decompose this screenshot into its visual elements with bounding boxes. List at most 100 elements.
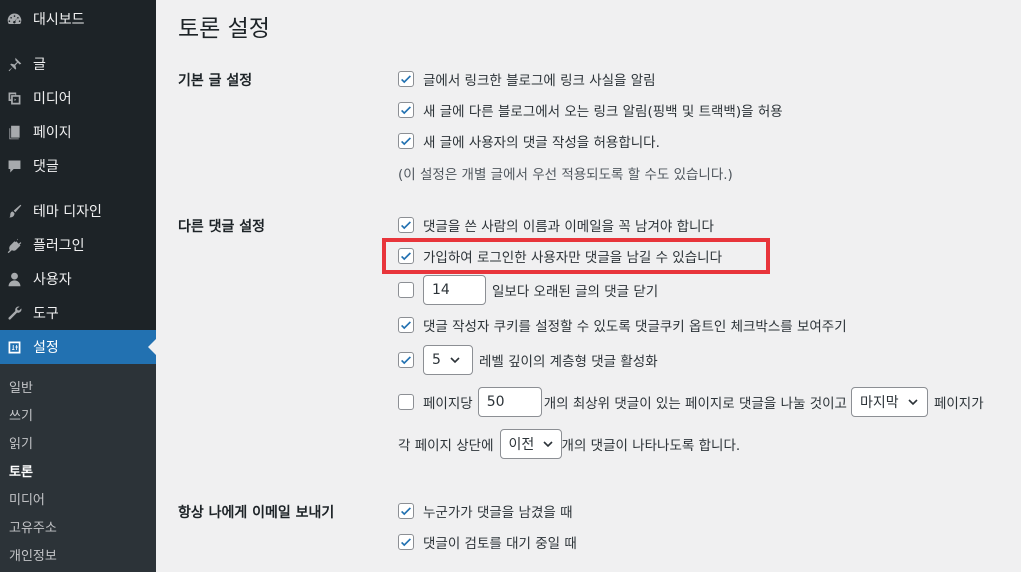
- default-post-note: (이 설정은 개별 글에서 우선 적용되도록 할 수도 있습니다.): [398, 167, 733, 183]
- checkmark-icon: [401, 538, 411, 547]
- option-registered-only[interactable]: 가입하여 로그인한 사용자만 댓글을 남길 수 있습니다: [398, 244, 722, 268]
- checkmark-icon: [401, 221, 411, 230]
- checkbox-unchecked[interactable]: [398, 282, 414, 298]
- submenu-item-writing[interactable]: 쓰기: [9, 405, 33, 424]
- option-email-anyone-posts[interactable]: 누군가가 댓글을 남겼을 때: [398, 499, 573, 523]
- checkbox-checked[interactable]: [398, 217, 414, 233]
- checkmark-icon: [401, 321, 411, 330]
- main-content: 토론 설정 기본 글 설정 글에서 링크한 블로그에 링크 사실을 알림 새 글…: [156, 0, 1021, 572]
- comments-per-page-input[interactable]: 50: [477, 387, 542, 417]
- option-notify-linked-blogs[interactable]: 글에서 링크한 블로그에 링크 사실을 알림: [398, 67, 656, 91]
- submenu-item-privacy[interactable]: 개인정보: [9, 545, 57, 564]
- submenu-item-permalinks[interactable]: 고유주소: [9, 517, 57, 536]
- sidebar-item-label: 페이지: [33, 125, 72, 141]
- sidebar-item-plugins[interactable]: 플러그인: [0, 228, 156, 262]
- option-allow-comments[interactable]: 새 글에 사용자의 댓글 작성을 허용합니다.: [398, 129, 660, 153]
- sidebar-item-settings[interactable]: 설정: [0, 330, 156, 364]
- page-icon: [5, 123, 23, 141]
- section-label-other-comment: 다른 댓글 설정: [178, 219, 266, 235]
- chevron-down-icon: [908, 399, 918, 406]
- checkmark-icon: [401, 252, 411, 261]
- checkbox-checked[interactable]: [398, 534, 414, 550]
- checkmark-icon: [401, 137, 411, 146]
- option-paginate-comments[interactable]: 페이지당 50 개의 최상위 댓글이 있는 페이지로 댓글을 나눌 것이고 마지…: [398, 387, 984, 417]
- option-label: 새 글에 사용자의 댓글 작성을 허용합니다.: [423, 135, 660, 151]
- sidebar-item-label: 테마 디자인: [33, 204, 102, 220]
- option-threaded-comments[interactable]: 5 레벨 깊이의 계층형 댓글 활성화: [398, 345, 658, 375]
- section-label-email: 항상 나에게 이메일 보내기: [178, 505, 335, 521]
- sidebar-item-label: 대시보드: [33, 12, 85, 28]
- settings-submenu: 일반 쓰기 읽기 토론 미디어 고유주소 개인정보: [0, 364, 156, 572]
- close-days-input[interactable]: 14: [423, 275, 486, 305]
- option-label: 가입하여 로그인한 사용자만 댓글을 남길 수 있습니다: [423, 250, 722, 266]
- option-label: 누군가가 댓글을 남겼을 때: [423, 505, 573, 521]
- option-email-moderation[interactable]: 댓글이 검토를 대기 중일 때: [398, 530, 577, 554]
- sidebar-item-appearance[interactable]: 테마 디자인: [0, 194, 156, 228]
- pin-icon: [5, 55, 23, 73]
- user-icon: [5, 270, 23, 288]
- option-comment-order: 각 페이지 상단에 이전 개의 댓글이 나타나도록 합니다.: [398, 429, 740, 459]
- option-cookie-optin[interactable]: 댓글 작성자 쿠키를 설정할 수 있도록 댓글쿠키 옵트인 체크박스를 보여주기: [398, 313, 847, 337]
- checkbox-checked[interactable]: [398, 352, 414, 368]
- sidebar-item-users[interactable]: 사용자: [0, 262, 156, 296]
- checkbox-checked[interactable]: [398, 71, 414, 87]
- option-label: 레벨 깊이의 계층형 댓글 활성화: [479, 354, 658, 370]
- checkmark-icon: [401, 356, 411, 365]
- checkbox-checked[interactable]: [398, 133, 414, 149]
- submenu-item-discussion[interactable]: 토론: [9, 461, 33, 480]
- sidebar-item-posts[interactable]: 글: [0, 47, 156, 81]
- default-page-select[interactable]: 마지막: [850, 387, 928, 417]
- submenu-item-reading[interactable]: 읽기: [9, 433, 33, 452]
- option-label: 각 페이지 상단에: [398, 438, 494, 454]
- sidebar-item-label: 미디어: [33, 91, 72, 107]
- checkbox-checked[interactable]: [398, 102, 414, 118]
- page-title: 토론 설정: [178, 16, 270, 42]
- sidebar-item-label: 플러그인: [33, 238, 85, 254]
- thread-depth-select[interactable]: 5: [423, 345, 473, 375]
- checkmark-icon: [401, 507, 411, 516]
- sidebar-item-media[interactable]: 미디어: [0, 81, 156, 115]
- checkbox-checked[interactable]: [398, 317, 414, 333]
- option-close-old-comments[interactable]: 14 일보다 오래된 글의 댓글 닫기: [398, 275, 658, 305]
- checkbox-checked[interactable]: [398, 248, 414, 264]
- checkmark-icon: [401, 106, 411, 115]
- select-value: 5: [432, 352, 441, 368]
- select-value: 마지막: [859, 395, 899, 411]
- sidebar-item-label: 댓글: [33, 159, 59, 175]
- wrench-icon: [5, 304, 23, 322]
- sidebar-item-dashboard[interactable]: 대시보드: [0, 2, 156, 36]
- media-icon: [5, 89, 23, 107]
- option-label: 페이지당: [423, 396, 473, 412]
- chevron-down-icon: [450, 357, 460, 364]
- comment-order-select[interactable]: 이전: [499, 429, 562, 459]
- sidebar-item-label: 도구: [33, 306, 59, 322]
- comment-icon: [5, 157, 23, 175]
- sidebar-item-label: 글: [33, 57, 46, 73]
- sidebar-item-comments[interactable]: 댓글: [0, 149, 156, 183]
- sidebar-item-label: 사용자: [33, 272, 72, 288]
- chevron-down-icon: [543, 441, 553, 448]
- submenu-item-general[interactable]: 일반: [9, 377, 33, 396]
- option-label: 일보다 오래된 글의 댓글 닫기: [492, 284, 659, 300]
- sidebar-item-label: 설정: [33, 340, 59, 356]
- sidebar-item-tools[interactable]: 도구: [0, 296, 156, 330]
- option-label: 댓글을 쓴 사람의 이름과 이메일을 꼭 남겨야 합니다: [423, 219, 714, 235]
- select-value: 이전: [508, 437, 535, 453]
- option-label: 개의 댓글이 나타나도록 합니다.: [561, 438, 741, 454]
- checkbox-unchecked[interactable]: [398, 394, 414, 410]
- option-label: 댓글 작성자 쿠키를 설정할 수 있도록 댓글쿠키 옵트인 체크박스를 보여주기: [423, 319, 847, 335]
- checkmark-icon: [401, 75, 411, 84]
- admin-sidebar: 대시보드 글 미디어 페이지 댓글 테마 디자인 플러그인 사용자 도구 설정 …: [0, 0, 156, 572]
- option-label: 새 글에 다른 블로그에서 오는 링크 알림(핑백 및 트랙백)을 허용: [423, 104, 783, 120]
- checkbox-checked[interactable]: [398, 503, 414, 519]
- sidebar-item-pages[interactable]: 페이지: [0, 115, 156, 149]
- option-require-name-email[interactable]: 댓글을 쓴 사람의 이름과 이메일을 꼭 남겨야 합니다: [398, 213, 714, 237]
- option-label: 개의 최상위 댓글이 있는 페이지로 댓글을 나눌 것이고: [543, 396, 847, 412]
- option-label: 댓글이 검토를 대기 중일 때: [423, 536, 577, 552]
- submenu-item-media[interactable]: 미디어: [9, 489, 45, 508]
- option-label: 글에서 링크한 블로그에 링크 사실을 알림: [423, 73, 656, 89]
- option-allow-pingbacks[interactable]: 새 글에 다른 블로그에서 오는 링크 알림(핑백 및 트랙백)을 허용: [398, 98, 783, 122]
- brush-icon: [5, 202, 23, 220]
- plugin-icon: [5, 236, 23, 254]
- dashboard-icon: [5, 10, 23, 28]
